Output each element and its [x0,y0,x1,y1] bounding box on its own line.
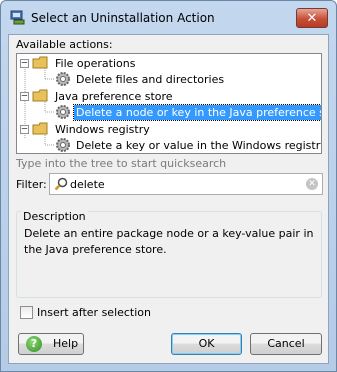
collapse-icon[interactable]: – [20,91,29,101]
filter-label: Filter: [16,178,47,191]
tree-node-label: File operations [55,56,136,70]
clear-icon[interactable]: ✕ [306,178,318,190]
tree-node-label: Windows registry [55,122,150,136]
folder-icon [32,89,48,102]
help-button[interactable]: ? Help [18,333,84,355]
gear-icon [56,138,70,152]
tree-node-file-operations[interactable]: – File operations [20,55,137,71]
tree-node-label: Java preference store [55,89,173,103]
quicksearch-hint: Type into the tree to start quicksearch [16,157,227,170]
description-title: Description [21,210,88,223]
dialog-body: Available actions: – File operations Del… [8,34,329,364]
gear-icon [56,105,70,119]
tree-node-java-preference-store[interactable]: – Java preference store [20,88,175,104]
close-button[interactable]: ✕ [296,8,328,28]
filter-input[interactable] [70,176,295,192]
tree-leaf-label: Delete a node or key in the Java prefere… [73,103,321,121]
title-bar[interactable]: Select an Uninstallation Action ✕ [1,1,336,33]
folder-icon [32,122,48,135]
insert-after-selection-checkbox[interactable] [20,306,33,319]
tree-leaf-delete-java-node[interactable]: Delete a node or key in the Java prefere… [55,103,321,121]
ok-button[interactable]: OK [171,333,242,355]
cancel-button[interactable]: Cancel [250,333,322,355]
gear-icon [56,72,70,86]
tree-leaf-delete-registry[interactable]: Delete a key or value in the Windows reg… [55,137,322,153]
tree-leaf-label: Delete files and directories [76,72,225,86]
dialog-window: Select an Uninstallation Action ✕ Availa… [0,0,337,372]
actions-tree[interactable]: – File operations Delete files and direc… [16,53,322,154]
help-icon: ? [26,336,42,352]
filter-field[interactable]: ✕ [49,173,323,195]
help-button-label: Help [53,337,79,350]
tree-node-windows-registry[interactable]: – Windows registry [20,121,152,137]
description-group: Description Delete an entire package nod… [16,210,322,298]
tree-leaf-label: Delete a key or value in the Windows reg… [76,138,322,152]
insert-after-selection-label[interactable]: Insert after selection [37,306,151,319]
tree-leaf-delete-files[interactable]: Delete files and directories [55,71,226,87]
available-actions-label: Available actions: [16,38,113,51]
search-icon [54,177,68,191]
window-title: Select an Uninstallation Action [31,11,215,25]
description-text: Delete an entire package node or a key-v… [24,227,314,256]
folder-icon [32,56,48,69]
app-icon [10,10,25,25]
collapse-icon[interactable]: – [20,124,29,134]
collapse-icon[interactable]: – [20,58,29,68]
